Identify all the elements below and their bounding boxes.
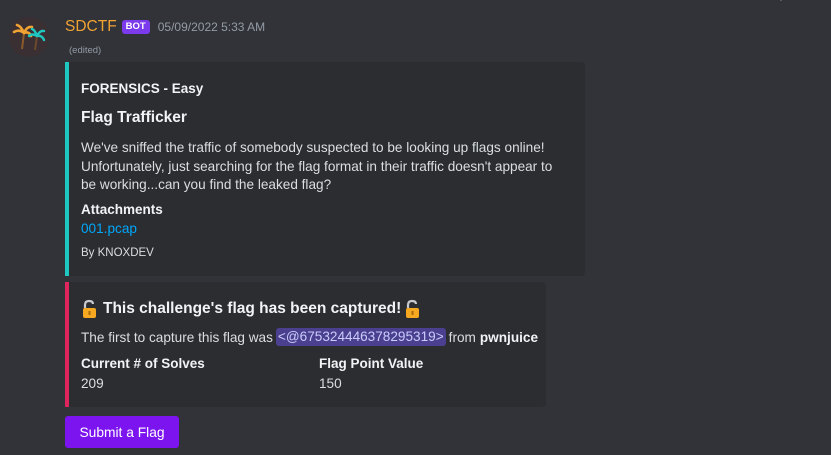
capture-desc-mid: from [448, 329, 476, 345]
solves-field-name: Current # of Solves [81, 356, 205, 371]
attachment-link[interactable]: 001.pcap [81, 221, 137, 236]
message-header: SDCTF BOT 05/09/2022 5:33 AM [65, 17, 265, 37]
previous-message-fragment: ~ / [770, 0, 784, 4]
author-name[interactable]: SDCTF [65, 18, 117, 36]
capture-title: This challenge's flag has been captured! [81, 299, 422, 319]
submit-flag-button[interactable]: Submit a Flag [65, 416, 179, 448]
points-field-name: Flag Point Value [319, 356, 424, 371]
bot-badge: BOT [121, 20, 150, 34]
user-mention[interactable]: <@675324446378295319> [275, 328, 446, 346]
capture-desc-prefix: The first to capture this flag was [81, 329, 273, 345]
solves-field-value: 209 [81, 376, 104, 391]
embed-description: We've sniffed the traffic of somebody su… [81, 140, 553, 192]
capture-embed: This challenge's flag has been captured!… [65, 282, 546, 407]
open-lock-icon [81, 299, 99, 319]
edited-label: (edited) [69, 45, 102, 56]
embed-category: FORENSICS - Easy [81, 81, 204, 96]
capture-title-text: This challenge's flag has been captured! [103, 300, 402, 317]
avatar[interactable] [9, 17, 49, 57]
open-lock-icon [404, 299, 422, 319]
challenge-embed: FORENSICS - Easy Flag Trafficker We've s… [65, 62, 585, 276]
team-name: pwnjuice [479, 329, 539, 345]
message-timestamp: 05/09/2022 5:33 AM [157, 20, 266, 34]
embed-title: Flag Trafficker [81, 109, 187, 126]
chat-message: ~ / SDCTF BOT 05/09/2022 5:33 AM (edited… [0, 0, 831, 455]
embed-footer: By KNOXDEV [81, 247, 154, 259]
capture-description: The first to capture this flag was <@675… [81, 328, 538, 346]
attachments-label: Attachments [81, 202, 163, 217]
points-field-value: 150 [319, 376, 342, 391]
palm-trees-icon [9, 17, 49, 57]
